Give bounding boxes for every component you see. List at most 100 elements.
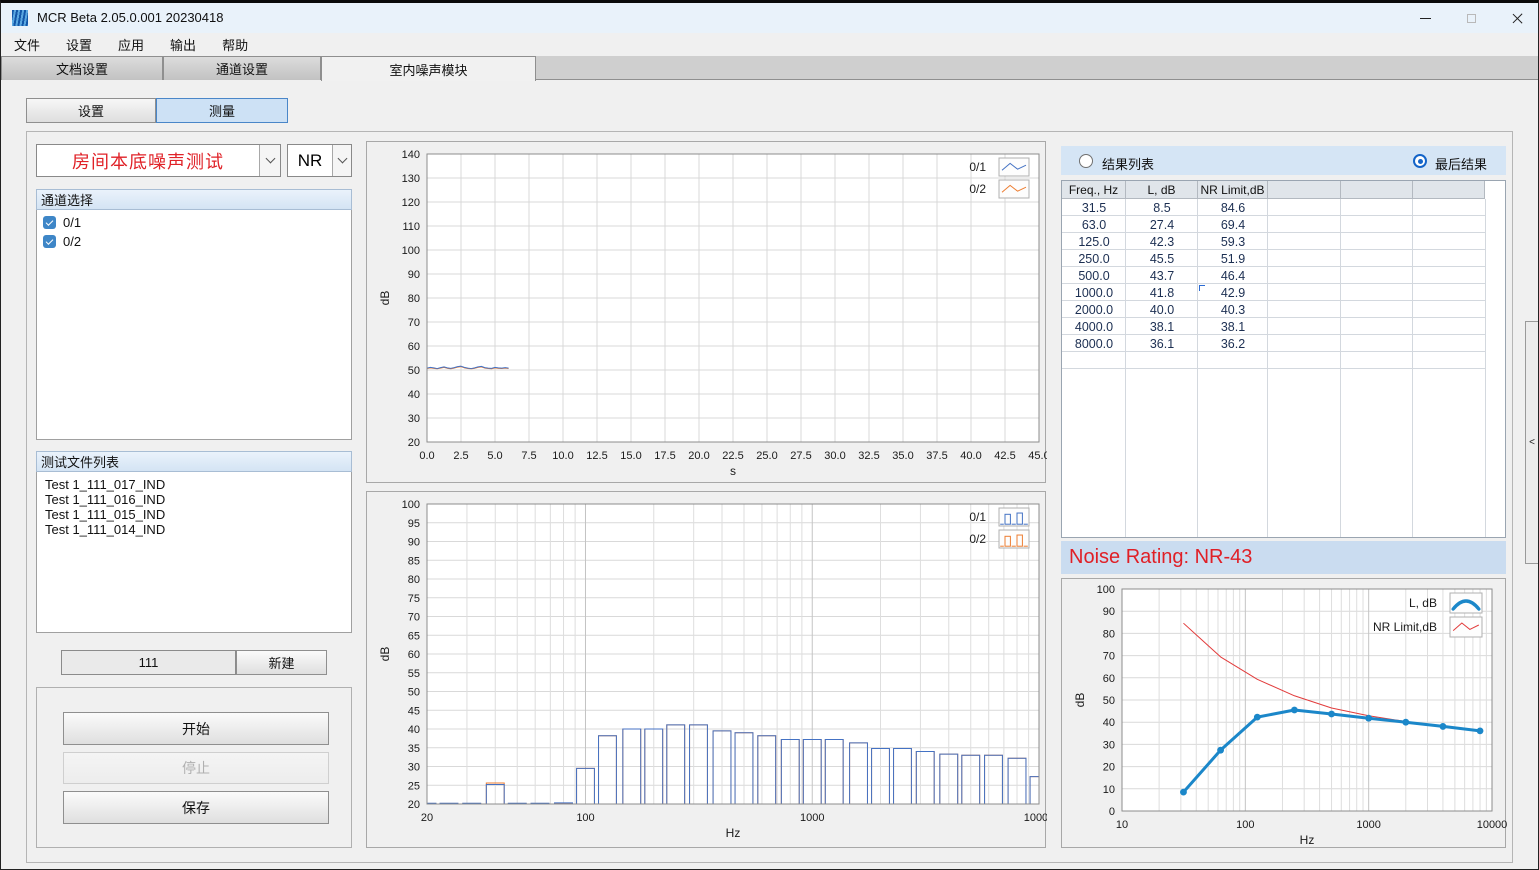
main-tab-1[interactable]: 文档设置 [1, 56, 163, 80]
svg-text:2.5: 2.5 [453, 450, 468, 462]
svg-text:37.5: 37.5 [926, 450, 947, 462]
svg-text:10000: 10000 [1024, 812, 1047, 824]
table-row[interactable] [1062, 352, 1486, 369]
svg-text:17.5: 17.5 [654, 450, 675, 462]
svg-text:35.0: 35.0 [892, 450, 913, 462]
test-file-item[interactable]: Test 1_111_017_IND [37, 477, 351, 492]
save-button[interactable]: 保存 [63, 791, 329, 824]
table-cell [1341, 199, 1413, 216]
maximize-button[interactable] [1448, 3, 1494, 33]
table-cell [1413, 267, 1485, 284]
table-row[interactable]: 31.58.584.6 [1062, 199, 1486, 216]
file-name-field[interactable]: 111 [61, 650, 236, 675]
start-button[interactable]: 开始 [63, 712, 329, 745]
channel-label: 0/1 [63, 215, 81, 230]
channel-item[interactable]: 0/1 [37, 213, 351, 232]
tab-settings[interactable]: 设置 [26, 98, 156, 123]
test-type-dropdown-button[interactable] [259, 145, 280, 176]
noise-rating-text: Noise Rating: NR-43 [1061, 541, 1506, 574]
table-cell [1341, 267, 1413, 284]
checkbox-checked-icon[interactable] [43, 235, 56, 248]
noise-rating-strip: Noise Rating: NR-43 [1061, 541, 1506, 574]
svg-text:60: 60 [1103, 673, 1115, 685]
channel-item[interactable]: 0/2 [37, 232, 351, 251]
main-tab-bar: 文档设置通道设置室内噪声模块 [1, 56, 1538, 80]
main-tab-3[interactable]: 室内噪声模块 [321, 56, 536, 81]
cell-selection-marker [1199, 285, 1205, 291]
svg-text:10: 10 [1116, 819, 1128, 831]
svg-text:0: 0 [1109, 806, 1115, 818]
maximize-icon [1467, 14, 1476, 23]
test-file-item[interactable]: Test 1_111_014_IND [37, 522, 351, 537]
test-file-list[interactable]: Test 1_111_017_INDTest 1_111_016_INDTest… [36, 472, 352, 633]
table-cell [1341, 301, 1413, 318]
test-type-combobox[interactable]: 房间本底噪声测试 [36, 144, 281, 177]
table-row[interactable]: 250.045.551.9 [1062, 250, 1486, 267]
test-file-item[interactable]: Test 1_111_015_IND [37, 507, 351, 522]
svg-text:60: 60 [408, 649, 420, 661]
svg-text:75: 75 [408, 593, 420, 605]
svg-text:1000: 1000 [800, 812, 824, 824]
svg-text:80: 80 [1103, 628, 1115, 640]
panel-collapse-handle[interactable]: < [1525, 321, 1539, 564]
table-row[interactable]: 125.042.359.3 [1062, 233, 1486, 250]
checkbox-checked-icon[interactable] [43, 216, 56, 229]
legend-icon-bars [999, 508, 1029, 526]
table-row[interactable]: 4000.038.138.1 [1062, 318, 1486, 335]
svg-text:70: 70 [1103, 651, 1115, 663]
table-header-cell [1413, 181, 1485, 199]
radio-last-result[interactable] [1413, 154, 1427, 168]
svg-text:100: 100 [402, 499, 420, 511]
menu-item-应用[interactable]: 应用 [105, 33, 157, 56]
svg-text:110: 110 [402, 221, 420, 233]
menu-item-帮助[interactable]: 帮助 [209, 33, 261, 56]
minimize-button[interactable] [1402, 3, 1448, 33]
radio-results-list[interactable] [1079, 154, 1093, 168]
svg-text:30: 30 [408, 413, 420, 425]
test-file-item[interactable]: Test 1_111_016_IND [37, 492, 351, 507]
table-row[interactable]: 2000.040.040.3 [1062, 301, 1486, 318]
menu-item-文件[interactable]: 文件 [1, 33, 53, 56]
table-cell [1268, 284, 1341, 301]
table-cell [1413, 216, 1485, 233]
channel-list[interactable]: 0/10/2 [36, 210, 352, 440]
rating-dropdown-button[interactable] [332, 145, 351, 176]
tab-measure[interactable]: 测量 [156, 98, 288, 123]
menubar: 文件设置应用输出帮助 [1, 33, 1538, 56]
table-row[interactable]: 63.027.469.4 [1062, 216, 1486, 233]
new-button[interactable]: 新建 [236, 650, 327, 675]
table-row[interactable]: 1000.041.842.9 [1062, 284, 1486, 301]
table-row[interactable]: 500.043.746.4 [1062, 267, 1486, 284]
table-cell: 4000.0 [1062, 318, 1126, 335]
table-cell: 41.8 [1126, 284, 1198, 301]
table-cell: 31.5 [1062, 199, 1126, 216]
menu-item-设置[interactable]: 设置 [53, 33, 105, 56]
svg-text:12.5: 12.5 [586, 450, 607, 462]
table-cell: 42.3 [1126, 233, 1198, 250]
legend-icon-zigzag [1450, 617, 1482, 637]
svg-text:55: 55 [408, 668, 420, 680]
spectrum-chart: 2025303540455055606570758085909510020100… [367, 492, 1047, 849]
channel-label: 0/2 [63, 234, 81, 249]
close-icon [1512, 13, 1523, 24]
svg-text:140: 140 [402, 149, 420, 161]
table-cell: 63.0 [1062, 216, 1126, 233]
table-cell [1341, 216, 1413, 233]
table-header-cell: NR Limit,dB [1198, 181, 1268, 199]
table-cell [1062, 352, 1126, 369]
menu-item-输出[interactable]: 输出 [157, 33, 209, 56]
main-tab-2[interactable]: 通道设置 [163, 56, 321, 80]
table-cell: 1000.0 [1062, 284, 1126, 301]
rating-type-combobox[interactable]: NR [287, 144, 352, 177]
table-cell [1413, 318, 1485, 335]
close-button[interactable] [1494, 3, 1539, 33]
legend-icon-bars [999, 530, 1029, 548]
result-table[interactable]: Freq., HzL, dBNR Limit,dB31.58.584.663.0… [1061, 180, 1506, 538]
chevron-down-icon [265, 154, 275, 164]
table-cell: 27.4 [1126, 216, 1198, 233]
stop-button[interactable]: 停止 [63, 752, 329, 784]
table-row[interactable]: 8000.036.136.2 [1062, 335, 1486, 352]
window-title: MCR Beta 2.05.0.001 20230418 [37, 10, 223, 25]
table-cell: 45.5 [1126, 250, 1198, 267]
svg-text:40.0: 40.0 [960, 450, 981, 462]
